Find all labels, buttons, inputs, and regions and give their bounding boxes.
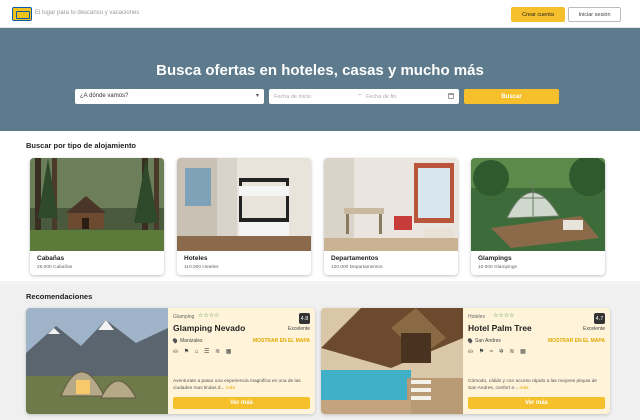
brand-logo[interactable] <box>12 7 32 21</box>
brand-tagline: El lugar para tu descanso y vacaciones <box>35 10 140 16</box>
star-rating-icon: ☆☆☆☆ <box>198 313 220 319</box>
recommendation-name: Glamping Nevado <box>173 323 246 333</box>
show-on-map-link[interactable]: MOSTRAR EN EL MAPA <box>253 338 310 344</box>
score-badge: 4.8 <box>299 313 310 324</box>
amenities-icons: ⛀ ⚑ ⌂ ☰ ≋ ▦ <box>173 349 234 355</box>
create-account-button[interactable]: Crear cuenta <box>511 7 565 22</box>
hotel-palm-tree-image <box>321 308 463 414</box>
read-more-link[interactable]: más <box>519 386 528 391</box>
star-rating-icon: ☆☆☆☆ <box>493 313 515 319</box>
recommendation-category: Hoteles <box>468 314 485 320</box>
description-text: Cómodo, cálido y con acceso rápido a las… <box>468 379 598 391</box>
view-more-button[interactable]: Ver más <box>173 397 310 409</box>
cabin-image <box>30 158 164 251</box>
destination-select[interactable]: ¿A dónde vamos? ▾ <box>75 89 264 104</box>
date-separator: – <box>358 92 362 98</box>
glamping-dome-image <box>471 158 605 251</box>
type-card-title: Cabañas <box>37 255 65 262</box>
recommendations-title: Recomendaciones <box>26 292 93 301</box>
hero-title: Busca ofertas en hoteles, casas y mucho … <box>156 62 484 79</box>
description-text: Aventurate a pasar una experiencia magni… <box>173 379 301 391</box>
recommendation-card-glamping-nevado[interactable]: Glamping ☆☆☆☆ Glamping Nevado 4.8 Excele… <box>26 308 315 414</box>
login-button[interactable]: Iniciar sesión <box>568 7 621 22</box>
recommendation-card-hotel-palm-tree[interactable]: Hoteles ☆☆☆☆ Hotel Palm Tree 4.7 Excelen… <box>321 308 610 414</box>
apartment-image <box>324 158 458 251</box>
recommendation-name: Hotel Palm Tree <box>468 323 532 333</box>
date-end-placeholder: Fecha de fin <box>366 94 397 100</box>
type-card-title: Glampings <box>478 255 512 262</box>
score-badge: 4.7 <box>594 313 605 324</box>
view-more-button[interactable]: Ver más <box>468 397 605 409</box>
types-section-title: Buscar por tipo de alojamiento <box>26 141 137 150</box>
hotel-room-image <box>177 158 311 251</box>
type-card-title: Hoteles <box>184 255 208 262</box>
date-range-input[interactable]: Fecha de inicio – Fecha de fin <box>269 89 459 104</box>
type-card-departamentos[interactable]: Departamentos 120.000 Departamentos <box>324 158 458 275</box>
glamping-nevado-image <box>26 308 168 414</box>
type-card-count: 110.000 Hoteles <box>184 265 219 270</box>
type-card-title: Departamentos <box>331 255 379 262</box>
date-start-placeholder: Fecha de inicio <box>274 94 311 100</box>
type-card-glampings[interactable]: Glampings 10.000 Glampings <box>471 158 605 275</box>
recommendation-description: Aventurate a pasar una experiencia magni… <box>173 378 309 392</box>
type-card-count: 10.000 Glampings <box>478 265 517 270</box>
recommendation-location: Manizales <box>171 337 203 344</box>
type-card-count: 120.000 Departamentos <box>331 265 383 270</box>
hero-search-banner: Busca ofertas en hoteles, casas y mucho … <box>0 28 640 131</box>
destination-placeholder: ¿A dónde vamos? <box>80 93 129 99</box>
recommendation-location: San Andres <box>466 337 501 344</box>
type-card-count: 25.000 Cabañas <box>37 265 73 270</box>
calendar-icon[interactable] <box>448 93 454 99</box>
location-pin-icon <box>171 337 179 344</box>
score-label: Excelente <box>288 326 310 332</box>
search-button[interactable]: Buscar <box>464 89 559 104</box>
amenities-icons: ⛀ ⚑ ≈ ✲ ≋ ▦ <box>468 349 528 355</box>
score-label: Excelente <box>583 326 605 332</box>
location-pin-icon <box>466 337 474 344</box>
top-navbar: El lugar para tu descanso y vacaciones C… <box>0 0 640 28</box>
read-more-link[interactable]: más <box>226 386 235 391</box>
type-card-cabanas[interactable]: Cabañas 25.000 Cabañas <box>30 158 164 275</box>
location-text: Manizales <box>180 338 203 344</box>
recommendation-category: Glamping <box>173 314 195 320</box>
location-text: San Andres <box>475 338 501 344</box>
chevron-down-icon: ▾ <box>255 93 259 99</box>
recommendation-description: Cómodo, cálido y con acceso rápido a las… <box>468 378 604 392</box>
show-on-map-link[interactable]: MOSTRAR EN EL MAPA <box>548 338 605 344</box>
type-card-hoteles[interactable]: Hoteles 110.000 Hoteles <box>177 158 311 275</box>
